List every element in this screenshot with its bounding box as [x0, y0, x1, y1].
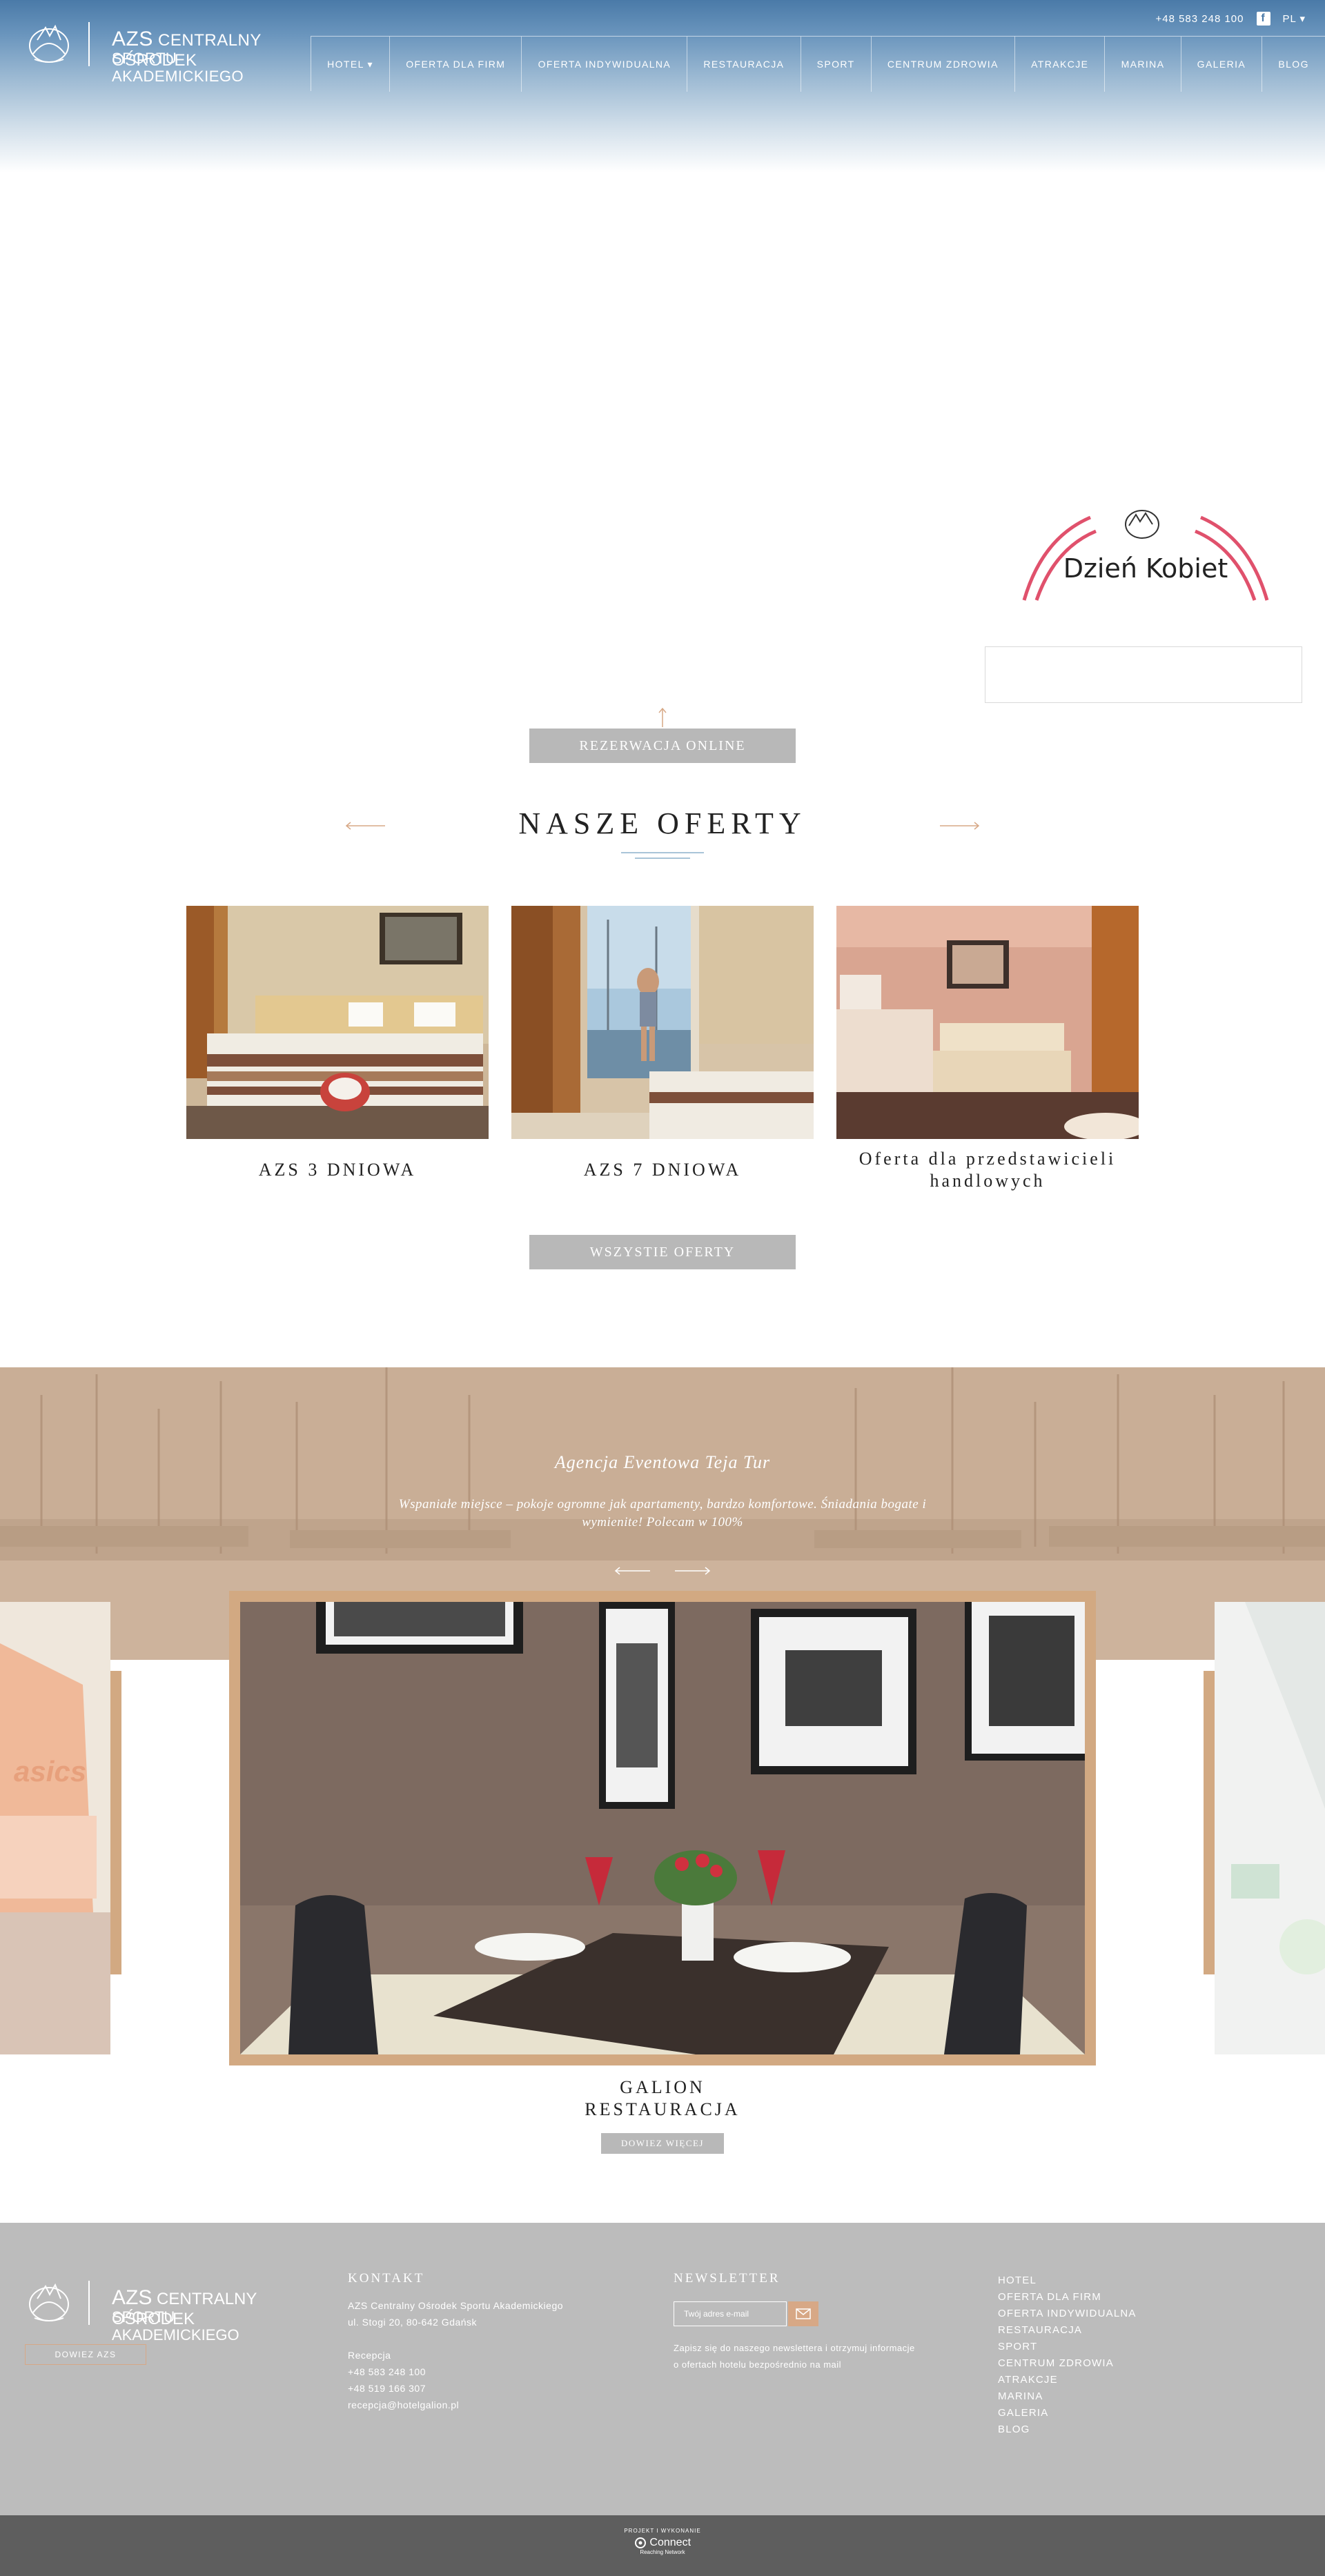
logo-line-2: SPORTU AKADEMICKIEGO [112, 50, 244, 85]
contact-block: AZS Centralny Ośrodek Sportu Akademickie… [348, 2297, 563, 2413]
footer-menu-marina[interactable]: MARINA [998, 2388, 1137, 2405]
azs-footer-logo-icon [29, 2283, 69, 2321]
testimonial-author: Agencja Eventowa Teja Tur [554, 1452, 771, 1472]
gallery-main-image[interactable] [229, 1591, 1096, 2065]
newsletter-submit-button[interactable] [788, 2301, 818, 2326]
svg-text:asics: asics [14, 1755, 86, 1787]
heading-underline [621, 852, 704, 859]
nav-item-centrum-zdrowia[interactable]: CENTRUM ZDROWIA [872, 37, 1015, 92]
nav-item-sport[interactable]: SPORT [801, 37, 872, 92]
footer-menu-galeria[interactable]: GALERIA [998, 2405, 1137, 2421]
agency-credit[interactable]: PROJEKT I WYKONANIE Connect Reaching Net… [607, 2528, 718, 2555]
read-more-button[interactable]: DOWIEZ WIĘCEJ [601, 2133, 724, 2154]
nav-item-marina[interactable]: MARINA [1105, 37, 1181, 92]
contact-phone-1[interactable]: +48 583 248 100 [348, 2364, 563, 2380]
logo-divider [88, 22, 90, 66]
reservation-online-button[interactable]: REZERWACJA ONLINE [529, 729, 796, 763]
contact-phone-2[interactable]: +48 519 166 307 [348, 2380, 563, 2397]
footer-menu-centrum-zdrowia[interactable]: CENTRUM ZDROWIA [998, 2355, 1137, 2372]
footer-logo-divider [88, 2281, 90, 2325]
gallery-caption: GALION RESTAURACJA [483, 2077, 842, 2121]
nav-item-galeria[interactable]: GALERIA [1181, 37, 1263, 92]
testimonial-nav-arrows[interactable] [614, 1566, 711, 1576]
newsletter-text: Zapisz się do naszego newslettera i otrz… [674, 2343, 915, 2370]
contact-name: AZS Centralny Ośrodek Sportu Akademickie… [348, 2300, 564, 2311]
site-header: AZS CENTRALNY OŚRODEK SPORTU AKADEMICKIE… [0, 0, 1325, 172]
footer-logo-line-2: SPORTU AKADEMICKIEGO [112, 2308, 239, 2344]
promo-arcs-graphic [1022, 510, 1269, 601]
footer-menu-oferta-dla-firm[interactable]: OFERTA DLA FIRM [998, 2289, 1137, 2306]
nav-item-oferta-dla-firm[interactable]: OFERTA DLA FIRM [390, 37, 522, 92]
site-logo[interactable]: AZS CENTRALNY OŚRODEK SPORTU AKADEMICKIE… [25, 19, 301, 85]
contact-address: ul. Stogi 20, 80-642 Gdańsk [348, 2317, 478, 2328]
decorative-arrow-right-icon [940, 822, 980, 830]
gallery-caption-line-1: GALION [620, 2077, 705, 2097]
arrow-up-icon [658, 707, 667, 727]
azs-logo-icon [29, 24, 69, 63]
footer-menu: HOTEL OFERTA DLA FIRM OFERTA INDYWIDUALN… [998, 2272, 1137, 2438]
main-nav: HOTEL ▾ OFERTA DLA FIRM OFERTA INDYWIDUA… [311, 36, 1325, 92]
offer-card-sales-reps[interactable] [836, 906, 1139, 1139]
offer-image-lounge [836, 906, 1139, 1139]
gallery-image-restaurant [240, 1602, 1085, 2054]
footer-menu-restauracja[interactable]: RESTAURACJA [998, 2322, 1137, 2339]
gallery-next-image[interactable] [1204, 1602, 1325, 2054]
offers-heading: NASZE OFERTY [518, 806, 807, 840]
azs-promo-icon [1125, 510, 1159, 539]
footer-logo[interactable]: AZS CENTRALNY OŚRODEK SPORTU AKADEMICKIE… [25, 2278, 301, 2344]
nav-item-atrakcje[interactable]: ATRAKCJE [1015, 37, 1106, 92]
credit-brand: Connect [607, 2537, 718, 2549]
promo-box [985, 646, 1302, 703]
connect-logo-icon [634, 2537, 646, 2548]
find-azs-button[interactable]: DOWIEZ AZS [25, 2344, 146, 2365]
decorative-arrow-left-icon [345, 822, 385, 830]
nav-item-restauracja[interactable]: RESTAURACJA [687, 37, 801, 92]
testimonial-text: Wspaniałe miejsce – pokoje ogromne jak a… [398, 1497, 927, 1529]
nav-item-oferta-indywidualna[interactable]: OFERTA INDYWIDUALNA [522, 37, 688, 92]
nav-item-hotel[interactable]: HOTEL ▾ [311, 37, 391, 92]
nav-item-blog[interactable]: BLOG [1262, 37, 1325, 92]
newsletter-email-input[interactable]: Twój adres e-mail [674, 2301, 787, 2326]
language-switch[interactable]: PL ▾ [1283, 12, 1306, 25]
credit-sub: Reaching Network [640, 2549, 685, 2556]
contact-heading: KONTAKT [348, 2271, 425, 2286]
footer-menu-hotel[interactable]: HOTEL [998, 2272, 1137, 2289]
footer-menu-oferta-indywidualna[interactable]: OFERTA INDYWIDUALNA [998, 2306, 1137, 2322]
offer-card-7-day[interactable] [511, 906, 814, 1139]
offer-image-balcony [511, 906, 814, 1139]
offer-title-7-day[interactable]: AZS 7 DNIOWA [511, 1159, 814, 1181]
footer-menu-blog[interactable]: BLOG [998, 2421, 1137, 2438]
all-offers-button[interactable]: WSZYSTIE OFERTY [529, 1235, 796, 1269]
footer-menu-sport[interactable]: SPORT [998, 2339, 1137, 2355]
gallery-image-spa [1204, 1602, 1325, 2054]
top-bar: +48 583 248 100 f PL ▾ [1155, 10, 1306, 28]
promo-dzien-kobiet[interactable]: Dzień Kobiet [1014, 497, 1277, 607]
credit-label: PROJEKT I WYKONANIE [624, 2528, 701, 2534]
footer-menu-atrakcje[interactable]: ATRAKCJE [998, 2372, 1137, 2388]
offer-card-3-day[interactable] [186, 906, 489, 1139]
gallery-image-sport: asics [0, 1602, 121, 2054]
envelope-icon [796, 2308, 811, 2319]
gallery-caption-line-2: RESTAURACJA [585, 2099, 740, 2119]
newsletter-heading: NEWSLETTER [674, 2271, 781, 2286]
phone-link[interactable]: +48 583 248 100 [1155, 13, 1244, 25]
gallery-prev-image[interactable]: asics [0, 1602, 121, 2054]
offer-title-3-day[interactable]: AZS 3 DNIOWA [186, 1159, 489, 1181]
offer-image-bedroom [186, 906, 489, 1139]
offer-title-sales-reps[interactable]: Oferta dla przedstawicieli handlowych [836, 1148, 1139, 1192]
promo-title: Dzień Kobiet [1063, 553, 1228, 584]
contact-email[interactable]: recepcja@hotelgalion.pl [348, 2397, 563, 2413]
contact-reception-label: Recepcja [348, 2350, 391, 2361]
facebook-icon[interactable]: f [1256, 12, 1270, 26]
